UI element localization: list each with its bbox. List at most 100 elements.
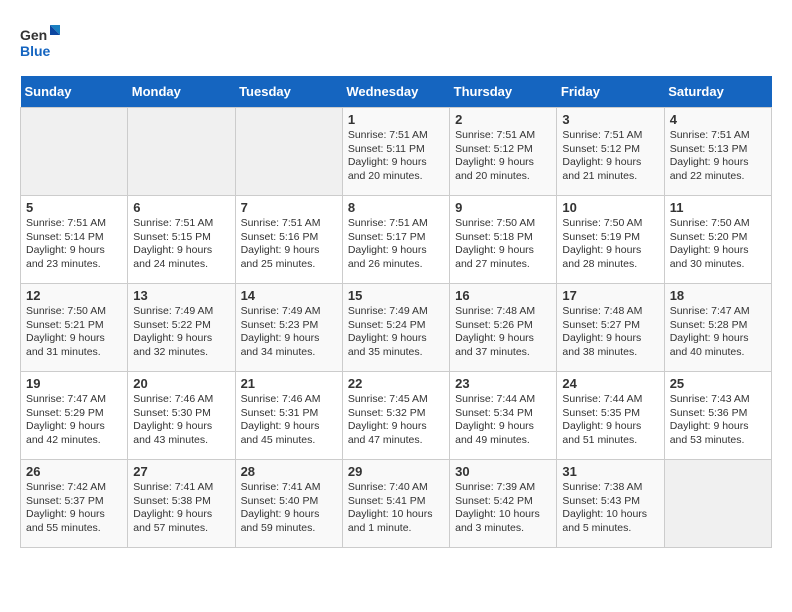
cell-content: and 59 minutes. <box>241 522 337 536</box>
calendar-cell: 29Sunrise: 7:40 AMSunset: 5:41 PMDayligh… <box>342 460 449 548</box>
cell-content: Sunrise: 7:48 AM <box>562 305 658 319</box>
cell-content: Sunrise: 7:41 AM <box>133 481 229 495</box>
cell-content: Sunset: 5:41 PM <box>348 495 444 509</box>
cell-content: Sunrise: 7:42 AM <box>26 481 122 495</box>
cell-content: Daylight: 9 hours <box>133 332 229 346</box>
cell-content: Sunrise: 7:44 AM <box>455 393 551 407</box>
cell-content: and 1 minute. <box>348 522 444 536</box>
calendar-header-row: SundayMondayTuesdayWednesdayThursdayFrid… <box>21 76 772 108</box>
day-number: 30 <box>455 464 551 479</box>
page-header: Gen Blue <box>20 20 772 60</box>
calendar-cell: 12Sunrise: 7:50 AMSunset: 5:21 PMDayligh… <box>21 284 128 372</box>
svg-text:Blue: Blue <box>20 43 51 59</box>
cell-content: and 32 minutes. <box>133 346 229 360</box>
cell-content: Sunset: 5:13 PM <box>670 143 766 157</box>
cell-content: Daylight: 9 hours <box>26 332 122 346</box>
calendar-cell <box>664 460 771 548</box>
day-number: 24 <box>562 376 658 391</box>
day-number: 27 <box>133 464 229 479</box>
weekday-header-thursday: Thursday <box>450 76 557 108</box>
cell-content: Daylight: 9 hours <box>26 420 122 434</box>
cell-content: Sunrise: 7:51 AM <box>348 217 444 231</box>
calendar-week-1: 1Sunrise: 7:51 AMSunset: 5:11 PMDaylight… <box>21 108 772 196</box>
day-number: 26 <box>26 464 122 479</box>
cell-content: Sunrise: 7:51 AM <box>241 217 337 231</box>
calendar-cell: 6Sunrise: 7:51 AMSunset: 5:15 PMDaylight… <box>128 196 235 284</box>
cell-content: Sunset: 5:36 PM <box>670 407 766 421</box>
calendar-body: 1Sunrise: 7:51 AMSunset: 5:11 PMDaylight… <box>21 108 772 548</box>
cell-content: Sunset: 5:16 PM <box>241 231 337 245</box>
cell-content: Daylight: 10 hours <box>562 508 658 522</box>
day-number: 28 <box>241 464 337 479</box>
cell-content: Sunset: 5:23 PM <box>241 319 337 333</box>
calendar-cell: 19 Sunrise: 7:47 AMSunset: 5:29 PMDayligh… <box>21 372 128 460</box>
calendar-cell: 1Sunrise: 7:51 AMSunset: 5:11 PMDaylight… <box>342 108 449 196</box>
calendar-week-2: 5Sunrise: 7:51 AMSunset: 5:14 PMDaylight… <box>21 196 772 284</box>
cell-content: Sunrise: 7:51 AM <box>348 129 444 143</box>
calendar-cell: 25Sunrise: 7:43 AMSunset: 5:36 PMDayligh… <box>664 372 771 460</box>
cell-content: Daylight: 9 hours <box>348 244 444 258</box>
cell-content: Daylight: 9 hours <box>241 420 337 434</box>
cell-content: and 45 minutes. <box>241 434 337 448</box>
cell-content: Sunset: 5:34 PM <box>455 407 551 421</box>
cell-content: Daylight: 9 hours <box>26 244 122 258</box>
day-number: 2 <box>455 112 551 127</box>
calendar-cell: 14Sunrise: 7:49 AMSunset: 5:23 PMDayligh… <box>235 284 342 372</box>
calendar-cell: 20Sunrise: 7:46 AMSunset: 5:30 PMDayligh… <box>128 372 235 460</box>
logo-icon: Gen Blue <box>20 20 60 60</box>
cell-content: Sunset: 5:28 PM <box>670 319 766 333</box>
cell-content: and 43 minutes. <box>133 434 229 448</box>
cell-content: Daylight: 9 hours <box>348 332 444 346</box>
cell-content: Sunrise: 7:41 AM <box>241 481 337 495</box>
day-number: 8 <box>348 200 444 215</box>
calendar-cell: 9Sunrise: 7:50 AMSunset: 5:18 PMDaylight… <box>450 196 557 284</box>
cell-content: Sunset: 5:17 PM <box>348 231 444 245</box>
day-number: 5 <box>26 200 122 215</box>
cell-content: Sunset: 5:19 PM <box>562 231 658 245</box>
calendar-cell: 5Sunrise: 7:51 AMSunset: 5:14 PMDaylight… <box>21 196 128 284</box>
cell-content: Daylight: 9 hours <box>670 420 766 434</box>
cell-content: Daylight: 9 hours <box>348 420 444 434</box>
cell-content: Sunset: 5:12 PM <box>455 143 551 157</box>
cell-content: and 5 minutes. <box>562 522 658 536</box>
day-number: 14 <box>241 288 337 303</box>
cell-content: Sunrise: 7:50 AM <box>670 217 766 231</box>
calendar-cell: 7Sunrise: 7:51 AMSunset: 5:16 PMDaylight… <box>235 196 342 284</box>
cell-content: and 27 minutes. <box>455 258 551 272</box>
cell-content: Sunrise: 7:44 AM <box>562 393 658 407</box>
cell-content: and 20 minutes. <box>348 170 444 184</box>
cell-content: Sunrise: 7:50 AM <box>562 217 658 231</box>
cell-content: and 35 minutes. <box>348 346 444 360</box>
calendar-cell: 8 Sunrise: 7:51 AMSunset: 5:17 PMDaylight… <box>342 196 449 284</box>
calendar-cell: 11Sunrise: 7:50 AMSunset: 5:20 PMDayligh… <box>664 196 771 284</box>
cell-content: Sunset: 5:15 PM <box>133 231 229 245</box>
calendar-cell: 16Sunrise: 7:48 AMSunset: 5:26 PMDayligh… <box>450 284 557 372</box>
calendar-cell: 4Sunrise: 7:51 AMSunset: 5:13 PMDaylight… <box>664 108 771 196</box>
day-number: 19 <box>26 376 122 391</box>
cell-content: Sunset: 5:27 PM <box>562 319 658 333</box>
calendar-cell: 23Sunrise: 7:44 AMSunset: 5:34 PMDayligh… <box>450 372 557 460</box>
cell-content: Sunset: 5:42 PM <box>455 495 551 509</box>
day-number: 29 <box>348 464 444 479</box>
cell-content: Sunset: 5:29 PM <box>26 407 122 421</box>
calendar-cell: 13Sunrise: 7:49 AMSunset: 5:22 PMDayligh… <box>128 284 235 372</box>
cell-content: Sunrise: 7:47 AM <box>26 393 122 407</box>
cell-content: and 38 minutes. <box>562 346 658 360</box>
calendar-table: SundayMondayTuesdayWednesdayThursdayFrid… <box>20 76 772 548</box>
cell-content: Daylight: 9 hours <box>562 332 658 346</box>
day-number: 15 <box>348 288 444 303</box>
weekday-header-monday: Monday <box>128 76 235 108</box>
calendar-week-3: 12Sunrise: 7:50 AMSunset: 5:21 PMDayligh… <box>21 284 772 372</box>
cell-content: Sunrise: 7:45 AM <box>348 393 444 407</box>
day-number: 12 <box>26 288 122 303</box>
weekday-header-tuesday: Tuesday <box>235 76 342 108</box>
cell-content: Sunrise: 7:51 AM <box>670 129 766 143</box>
cell-content: and 28 minutes. <box>562 258 658 272</box>
cell-content: Daylight: 9 hours <box>562 420 658 434</box>
cell-content: Sunset: 5:35 PM <box>562 407 658 421</box>
day-number: 31 <box>562 464 658 479</box>
cell-content: Sunset: 5:18 PM <box>455 231 551 245</box>
cell-content: and 30 minutes. <box>670 258 766 272</box>
day-number: 18 <box>670 288 766 303</box>
cell-content: Sunrise: 7:48 AM <box>455 305 551 319</box>
